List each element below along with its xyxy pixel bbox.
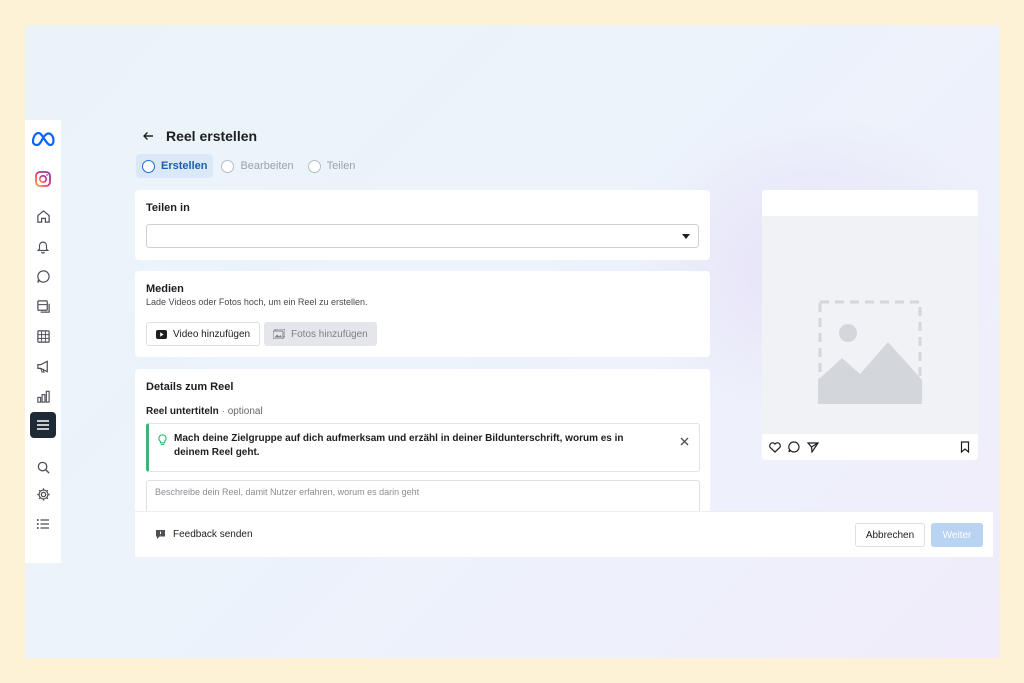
add-video-button[interactable]: Video hinzufügen <box>146 322 261 346</box>
tip-text: Mach deine Zielgruppe auf dich aufmerksa… <box>174 433 624 458</box>
add-photos-label: Fotos hinzufügen <box>291 328 368 340</box>
add-video-label: Video hinzufügen <box>173 328 251 340</box>
lightbulb-icon <box>158 433 167 451</box>
video-play-icon <box>156 329 167 339</box>
add-photos-button[interactable]: Fotos hinzufügen <box>264 322 377 346</box>
caption-label: Reel untertiteln · optional <box>146 406 263 417</box>
share-card: Teilen in <box>135 190 710 260</box>
step-label: Bearbeiten <box>240 160 294 172</box>
share-destination-select[interactable] <box>146 224 699 248</box>
step-edit[interactable]: Bearbeiten <box>215 154 299 178</box>
page-title: Reel erstellen <box>166 128 258 144</box>
step-label: Erstellen <box>161 160 208 172</box>
feedback-icon <box>155 529 166 540</box>
gear-icon[interactable] <box>30 481 56 507</box>
share-title: Teilen in <box>146 202 190 214</box>
comment-icon <box>788 440 800 458</box>
search-icon[interactable] <box>30 454 56 480</box>
list-icon[interactable] <box>30 511 56 537</box>
footer-bar: Feedback senden Abbrechen Weiter <box>135 511 993 557</box>
bell-icon[interactable] <box>30 233 56 259</box>
next-button[interactable]: Weiter <box>931 523 983 547</box>
media-title: Medien <box>146 283 184 295</box>
caret-down-icon <box>682 234 690 239</box>
back-arrow-icon[interactable] <box>140 128 156 144</box>
caption-label-text: Reel untertiteln <box>146 406 219 417</box>
image-placeholder-icon <box>818 300 922 404</box>
bar-chart-icon[interactable] <box>30 383 56 409</box>
photo-icon <box>273 329 285 339</box>
preview-action-bar <box>762 436 978 460</box>
pages-icon[interactable] <box>30 293 56 319</box>
home-icon[interactable] <box>30 203 56 229</box>
close-icon[interactable] <box>680 433 689 451</box>
reel-preview <box>762 190 978 460</box>
feedback-link[interactable]: Feedback senden <box>155 529 253 540</box>
megaphone-icon[interactable] <box>30 353 56 379</box>
instagram-icon[interactable] <box>30 166 56 192</box>
step-share[interactable]: Teilen <box>302 154 362 178</box>
feedback-label: Feedback senden <box>173 529 253 540</box>
step-label: Teilen <box>326 160 356 172</box>
sidebar <box>25 120 61 563</box>
heart-icon <box>769 440 781 458</box>
step-circle-icon <box>221 159 235 173</box>
step-indicator: Erstellen Bearbeiten Teilen <box>136 154 363 178</box>
meta-logo-icon[interactable] <box>30 126 56 152</box>
cancel-button[interactable]: Abbrechen <box>855 523 925 547</box>
table-icon[interactable] <box>30 323 56 349</box>
step-create[interactable]: Erstellen <box>136 154 214 178</box>
caption-tip: Mach deine Zielgruppe auf dich aufmerksa… <box>146 423 700 472</box>
step-circle-icon <box>307 159 321 173</box>
step-circle-icon <box>142 159 155 173</box>
details-title: Details zum Reel <box>146 381 234 393</box>
bookmark-icon <box>960 440 970 458</box>
media-card: Medien Lade Videos oder Fotos hoch, um e… <box>135 271 710 357</box>
details-card: Details zum Reel Reel untertiteln · opti… <box>135 369 710 519</box>
share-send-icon <box>806 440 820 458</box>
media-description: Lade Videos oder Fotos hoch, um ein Reel… <box>146 297 368 307</box>
menu-icon[interactable] <box>30 412 56 438</box>
chat-bubble-icon[interactable] <box>30 263 56 289</box>
caption-optional: optional <box>227 406 263 417</box>
preview-media-area <box>762 216 978 434</box>
